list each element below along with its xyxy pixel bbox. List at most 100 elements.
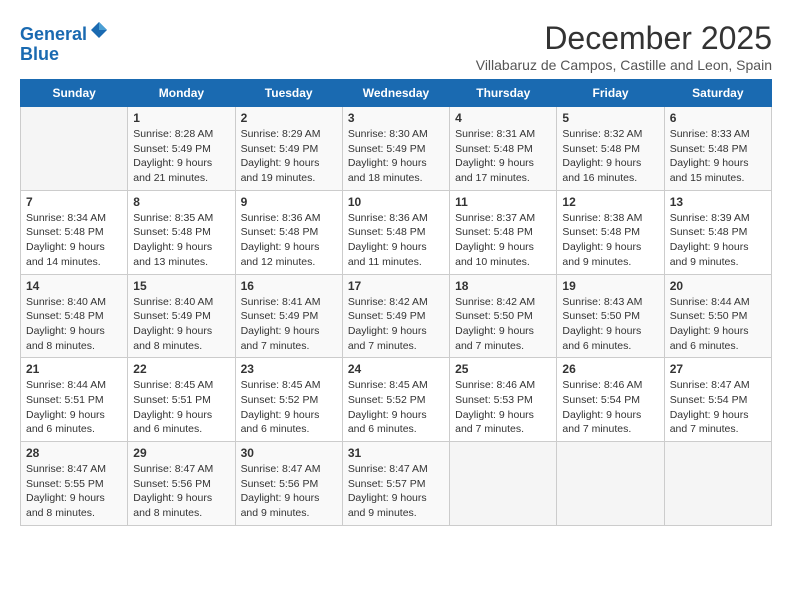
week-row-4: 21 Sunrise: 8:44 AMSunset: 5:51 PMDayligh… [21, 358, 772, 442]
week-row-5: 28Sunrise: 8:47 AMSunset: 5:55 PMDayligh… [21, 442, 772, 526]
day-number: 22 [133, 362, 229, 376]
column-header-sunday: Sunday [21, 80, 128, 107]
day-number: 3 [348, 111, 444, 125]
calendar-cell: 3 Sunrise: 8:30 AMSunset: 5:49 PMDaylight… [342, 107, 449, 191]
day-number: 6 [670, 111, 766, 125]
calendar-cell: 6 Sunrise: 8:33 AMSunset: 5:48 PMDaylight… [664, 107, 771, 191]
cell-info: Sunrise: 8:45 AMSunset: 5:52 PMDaylight:… [348, 378, 444, 437]
calendar-cell: 20Sunrise: 8:44 AMSunset: 5:50 PMDayligh… [664, 274, 771, 358]
logo-blue: Blue [20, 44, 59, 64]
cell-info: Sunrise: 8:35 AMSunset: 5:48 PMDaylight:… [133, 211, 229, 270]
calendar-cell: 1 Sunrise: 8:28 AMSunset: 5:49 PMDaylight… [128, 107, 235, 191]
day-number: 17 [348, 279, 444, 293]
cell-info: Sunrise: 8:47 AMSunset: 5:56 PMDaylight:… [241, 462, 337, 521]
calendar-cell: 10Sunrise: 8:36 AMSunset: 5:48 PMDayligh… [342, 190, 449, 274]
day-number: 14 [26, 279, 122, 293]
calendar-cell: 26 Sunrise: 8:46 AMSunset: 5:54 PMDayligh… [557, 358, 664, 442]
calendar-cell: 4Sunrise: 8:31 AMSunset: 5:48 PMDaylight… [450, 107, 557, 191]
cell-info: Sunrise: 8:47 AMSunset: 5:56 PMDaylight:… [133, 462, 229, 521]
day-number: 25 [455, 362, 551, 376]
calendar-cell: 7 Sunrise: 8:34 AMSunset: 5:48 PMDaylight… [21, 190, 128, 274]
day-number: 12 [562, 195, 658, 209]
cell-info: Sunrise: 8:28 AMSunset: 5:49 PMDaylight:… [133, 127, 229, 186]
calendar-cell: 23Sunrise: 8:45 AMSunset: 5:52 PMDayligh… [235, 358, 342, 442]
day-number: 16 [241, 279, 337, 293]
cell-info: Sunrise: 8:38 AMSunset: 5:48 PMDaylight:… [562, 211, 658, 270]
calendar-cell: 12 Sunrise: 8:38 AMSunset: 5:48 PMDayligh… [557, 190, 664, 274]
calendar-cell: 29 Sunrise: 8:47 AMSunset: 5:56 PMDayligh… [128, 442, 235, 526]
day-number: 1 [133, 111, 229, 125]
calendar-cell [21, 107, 128, 191]
day-number: 7 [26, 195, 122, 209]
calendar-cell: 25 Sunrise: 8:46 AMSunset: 5:53 PMDayligh… [450, 358, 557, 442]
page-header: General Blue December 2025 Villabaruz de… [20, 20, 772, 73]
cell-info: Sunrise: 8:47 AMSunset: 5:57 PMDaylight:… [348, 462, 444, 521]
day-number: 24 [348, 362, 444, 376]
cell-info: Sunrise: 8:45 AMSunset: 5:51 PMDaylight:… [133, 378, 229, 437]
cell-info: Sunrise: 8:46 AMSunset: 5:53 PMDaylight:… [455, 378, 551, 437]
calendar-cell: 13 Sunrise: 8:39 AMSunset: 5:48 PMDayligh… [664, 190, 771, 274]
cell-info: Sunrise: 8:34 AMSunset: 5:48 PMDaylight:… [26, 211, 122, 270]
cell-info: Sunrise: 8:43 AMSunset: 5:50 PMDaylight:… [562, 295, 658, 354]
calendar-cell: 30Sunrise: 8:47 AMSunset: 5:56 PMDayligh… [235, 442, 342, 526]
cell-info: Sunrise: 8:39 AMSunset: 5:48 PMDaylight:… [670, 211, 766, 270]
logo-general: General [20, 24, 87, 44]
calendar-cell: 21 Sunrise: 8:44 AMSunset: 5:51 PMDayligh… [21, 358, 128, 442]
calendar-cell [450, 442, 557, 526]
column-header-monday: Monday [128, 80, 235, 107]
cell-info: Sunrise: 8:33 AMSunset: 5:48 PMDaylight:… [670, 127, 766, 186]
cell-info: Sunrise: 8:44 AMSunset: 5:51 PMDaylight:… [26, 378, 122, 437]
cell-info: Sunrise: 8:32 AMSunset: 5:48 PMDaylight:… [562, 127, 658, 186]
calendar-cell: 8 Sunrise: 8:35 AMSunset: 5:48 PMDaylight… [128, 190, 235, 274]
day-number: 21 [26, 362, 122, 376]
day-number: 20 [670, 279, 766, 293]
logo-icon [89, 20, 109, 40]
column-header-thursday: Thursday [450, 80, 557, 107]
calendar-cell: 2 Sunrise: 8:29 AMSunset: 5:49 PMDaylight… [235, 107, 342, 191]
cell-info: Sunrise: 8:40 AMSunset: 5:49 PMDaylight:… [133, 295, 229, 354]
cell-info: Sunrise: 8:41 AMSunset: 5:49 PMDaylight:… [241, 295, 337, 354]
cell-info: Sunrise: 8:31 AMSunset: 5:48 PMDaylight:… [455, 127, 551, 186]
day-number: 2 [241, 111, 337, 125]
calendar-cell [557, 442, 664, 526]
calendar-cell: 28Sunrise: 8:47 AMSunset: 5:55 PMDayligh… [21, 442, 128, 526]
calendar-cell: 16 Sunrise: 8:41 AMSunset: 5:49 PMDayligh… [235, 274, 342, 358]
calendar-cell: 15 Sunrise: 8:40 AMSunset: 5:49 PMDayligh… [128, 274, 235, 358]
week-row-3: 14Sunrise: 8:40 AMSunset: 5:48 PMDayligh… [21, 274, 772, 358]
day-number: 29 [133, 446, 229, 460]
day-number: 19 [562, 279, 658, 293]
cell-info: Sunrise: 8:36 AMSunset: 5:48 PMDaylight:… [241, 211, 337, 270]
day-number: 8 [133, 195, 229, 209]
calendar-cell [664, 442, 771, 526]
calendar-cell: 24 Sunrise: 8:45 AMSunset: 5:52 PMDayligh… [342, 358, 449, 442]
cell-info: Sunrise: 8:30 AMSunset: 5:49 PMDaylight:… [348, 127, 444, 186]
cell-info: Sunrise: 8:46 AMSunset: 5:54 PMDaylight:… [562, 378, 658, 437]
day-number: 13 [670, 195, 766, 209]
calendar-cell: 14Sunrise: 8:40 AMSunset: 5:48 PMDayligh… [21, 274, 128, 358]
column-header-wednesday: Wednesday [342, 80, 449, 107]
calendar-cell: 19 Sunrise: 8:43 AMSunset: 5:50 PMDayligh… [557, 274, 664, 358]
day-number: 10 [348, 195, 444, 209]
title-block: December 2025 Villabaruz de Campos, Cast… [476, 20, 772, 73]
cell-info: Sunrise: 8:47 AMSunset: 5:54 PMDaylight:… [670, 378, 766, 437]
day-number: 9 [241, 195, 337, 209]
cell-info: Sunrise: 8:45 AMSunset: 5:52 PMDaylight:… [241, 378, 337, 437]
calendar-table: SundayMondayTuesdayWednesdayThursdayFrid… [20, 79, 772, 526]
calendar-cell: 5 Sunrise: 8:32 AMSunset: 5:48 PMDaylight… [557, 107, 664, 191]
header-row: SundayMondayTuesdayWednesdayThursdayFrid… [21, 80, 772, 107]
cell-info: Sunrise: 8:42 AMSunset: 5:50 PMDaylight:… [455, 295, 551, 354]
calendar-header: SundayMondayTuesdayWednesdayThursdayFrid… [21, 80, 772, 107]
calendar-body: 1 Sunrise: 8:28 AMSunset: 5:49 PMDaylight… [21, 107, 772, 526]
calendar-cell: 18 Sunrise: 8:42 AMSunset: 5:50 PMDayligh… [450, 274, 557, 358]
day-number: 15 [133, 279, 229, 293]
cell-info: Sunrise: 8:29 AMSunset: 5:49 PMDaylight:… [241, 127, 337, 186]
day-number: 5 [562, 111, 658, 125]
calendar-cell: 17Sunrise: 8:42 AMSunset: 5:49 PMDayligh… [342, 274, 449, 358]
cell-info: Sunrise: 8:37 AMSunset: 5:48 PMDaylight:… [455, 211, 551, 270]
day-number: 18 [455, 279, 551, 293]
location: Villabaruz de Campos, Castille and Leon,… [476, 57, 772, 73]
day-number: 26 [562, 362, 658, 376]
week-row-2: 7 Sunrise: 8:34 AMSunset: 5:48 PMDaylight… [21, 190, 772, 274]
calendar-cell: 27Sunrise: 8:47 AMSunset: 5:54 PMDayligh… [664, 358, 771, 442]
column-header-saturday: Saturday [664, 80, 771, 107]
